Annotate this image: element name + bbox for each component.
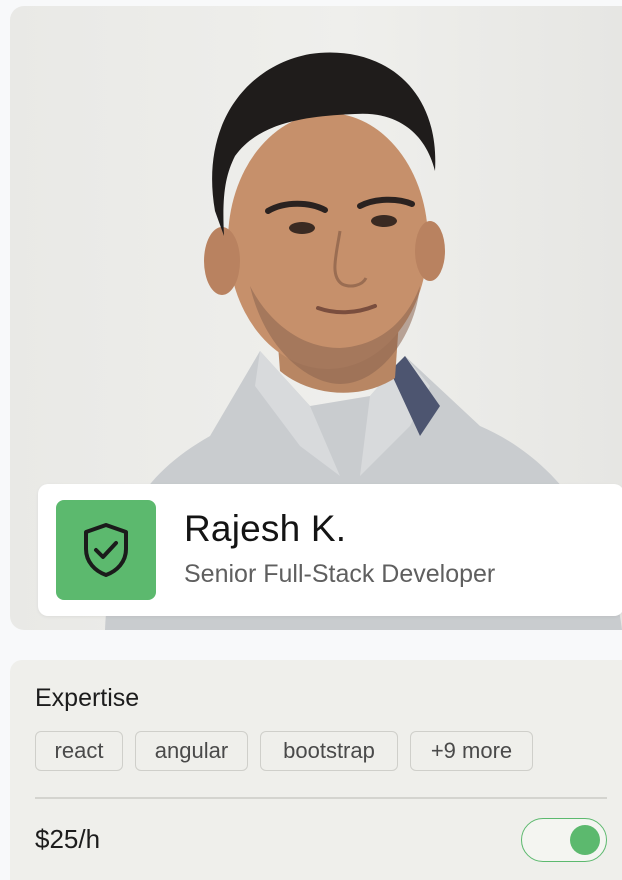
toggle-knob (570, 825, 600, 855)
developer-name: Rajesh K. (184, 508, 347, 549)
skill-chip-bootstrap[interactable]: bootstrap (260, 731, 398, 771)
skill-chip-react[interactable]: react (35, 731, 123, 771)
verified-badge (56, 500, 156, 600)
divider (35, 797, 607, 799)
more-skills-chip[interactable]: +9 more (410, 731, 533, 771)
skill-chip-angular[interactable]: angular (135, 731, 248, 771)
shield-check-icon (84, 523, 128, 577)
profile-photo-card: Rajesh K. Senior Full-Stack Developer (10, 6, 622, 630)
availability-toggle[interactable] (521, 818, 607, 862)
expertise-heading: Expertise (35, 684, 140, 712)
developer-title: Senior Full-Stack Developer (184, 560, 496, 588)
hourly-rate: $25/h (35, 824, 101, 854)
profile-summary: Rajesh K. Senior Full-Stack Developer (38, 484, 622, 616)
expertise-card: Expertise react angular bootstrap +9 mor… (10, 660, 622, 880)
